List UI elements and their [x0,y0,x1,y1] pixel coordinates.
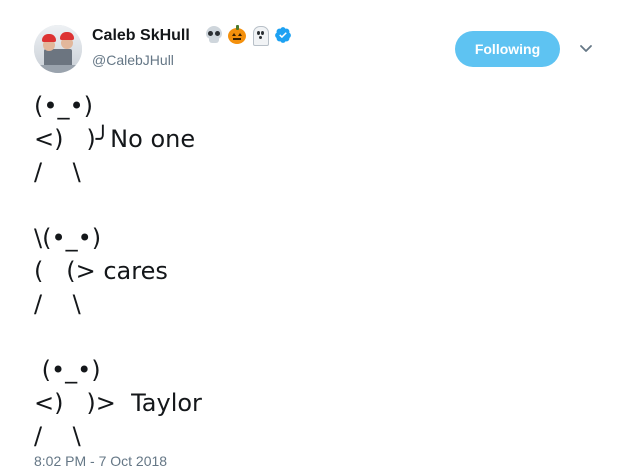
tweet: Caleb SkHull @CalebJHull Following (•_•)… [0,0,630,475]
chevron-down-icon[interactable] [578,40,594,56]
ghost-icon [250,25,270,46]
avatar-santa-hat-left [42,34,56,42]
display-name[interactable]: Caleb SkHull [92,27,190,45]
avatar-desk [34,65,82,73]
avatar-santa-hat-right [60,32,74,40]
jack-o-lantern-icon [227,25,247,45]
name-emojis [204,25,292,46]
user-handle[interactable]: @CalebJHull [92,52,174,68]
verified-badge-icon [275,27,291,43]
following-button[interactable]: Following [455,31,560,67]
avatar[interactable] [34,25,82,73]
tweet-text: (•_•) <) )╯No one / \ \(•_•) ( (> cares … [34,92,202,450]
tweet-timestamp[interactable]: 8:02 PM - 7 Oct 2018 [34,453,167,469]
skull-icon [204,25,224,45]
